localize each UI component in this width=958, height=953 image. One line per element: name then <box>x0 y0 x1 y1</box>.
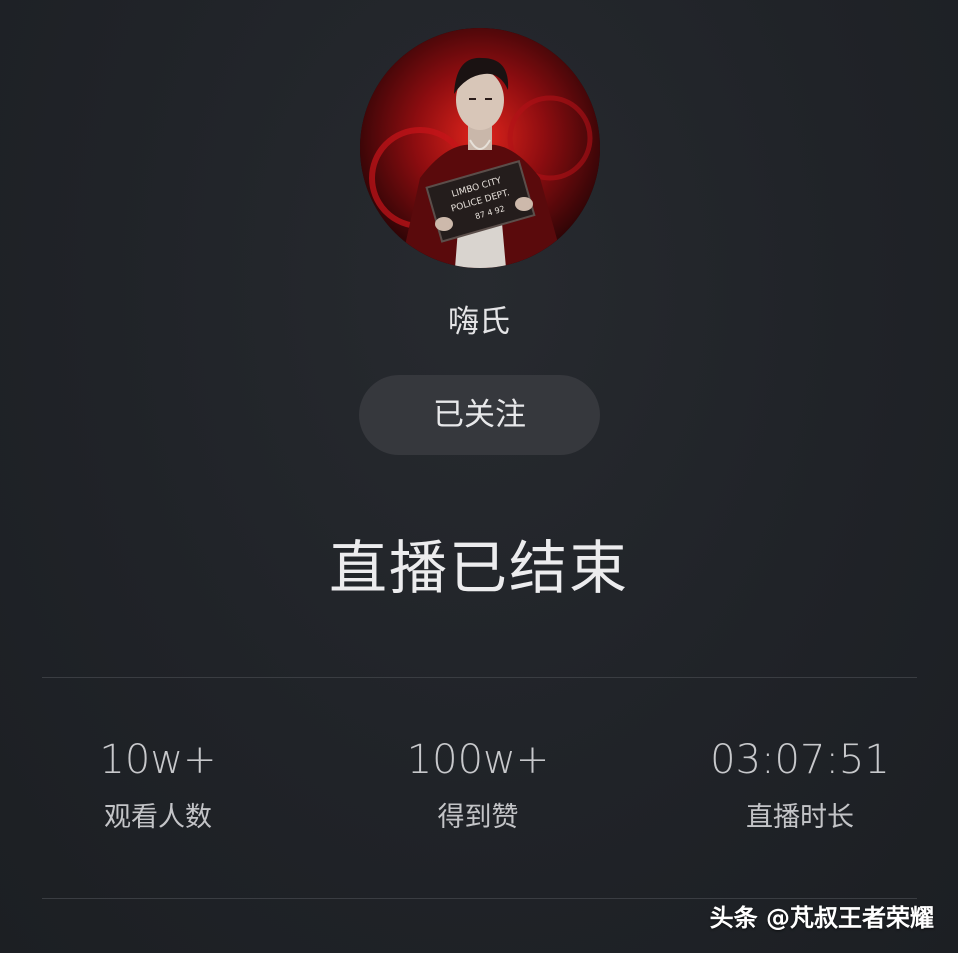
live-ended-page: LIMBO CITY POLICE DEPT. 87 4 92 嗨氏 已关注 直… <box>0 0 958 953</box>
follow-button[interactable]: 已关注 <box>359 375 600 455</box>
divider-top <box>42 677 917 678</box>
stat-likes-value: 100w+ <box>406 737 550 783</box>
stat-likes: 100w+ 得到赞 <box>328 732 628 836</box>
stat-viewers-value: 10w+ <box>99 737 217 783</box>
watermark: 头条 @芃叔王者荣耀 <box>709 904 934 932</box>
avatar[interactable]: LIMBO CITY POLICE DEPT. 87 4 92 <box>360 28 600 268</box>
live-ended-title: 直播已结束 <box>328 534 629 602</box>
stat-viewers-label: 观看人数 <box>104 802 212 833</box>
stat-likes-label: 得到赞 <box>437 802 519 833</box>
streamer-name: 嗨氏 <box>448 304 510 340</box>
avatar-image: LIMBO CITY POLICE DEPT. 87 4 92 <box>360 28 600 268</box>
stat-duration-value: 03:07:51 <box>710 737 890 783</box>
stat-duration: 03:07:51 直播时长 <box>650 732 950 836</box>
stat-viewers: 10w+ 观看人数 <box>8 732 308 836</box>
stat-duration-label: 直播时长 <box>746 802 854 833</box>
